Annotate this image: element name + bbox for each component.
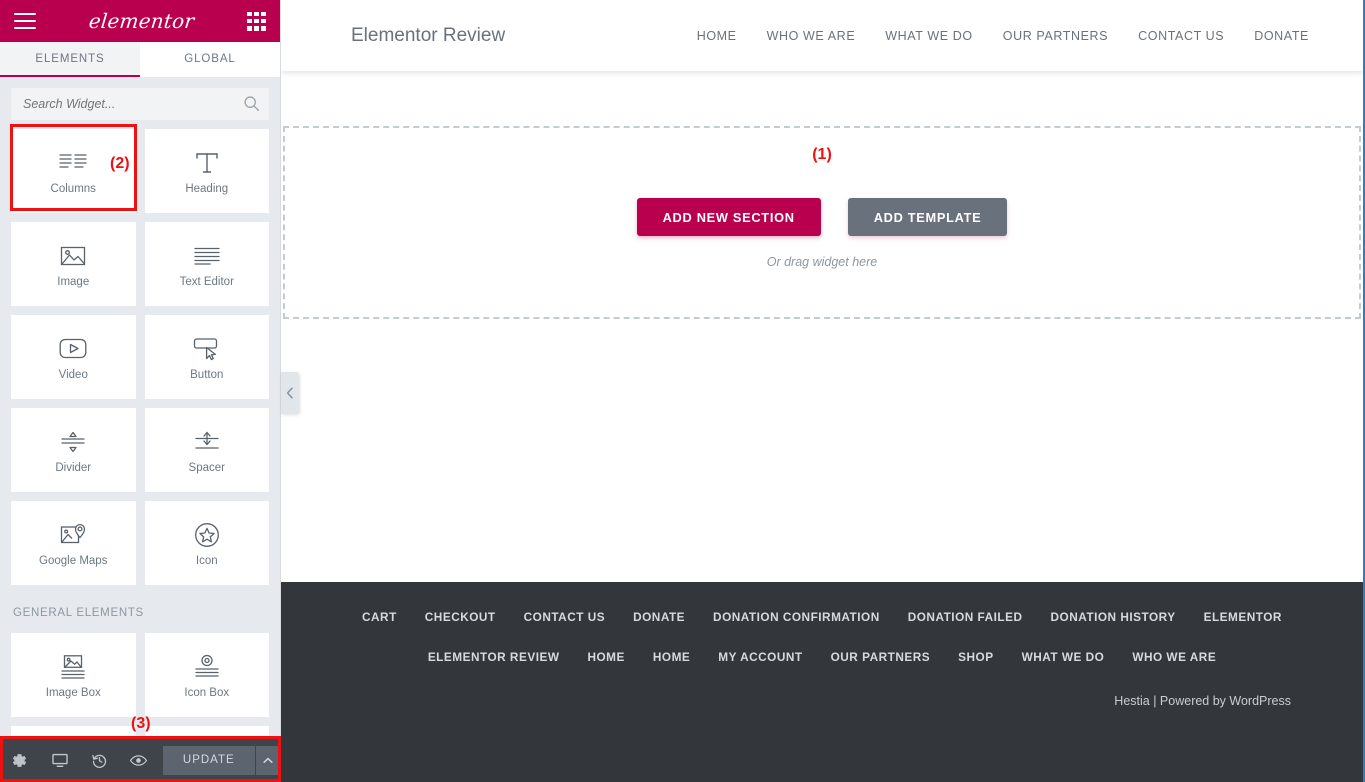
elementor-editor: elementor ELEMENTS GLOBAL Columns Heading…	[0, 0, 1365, 782]
footer-link-donation-failed[interactable]: DONATION FAILED	[908, 610, 1023, 624]
footer-link-donation-confirmation[interactable]: DONATION CONFIRMATION	[713, 610, 880, 624]
drag-widget-hint: Or drag widget here	[767, 255, 877, 269]
nav-link-donate[interactable]: DONATE	[1254, 29, 1309, 43]
panel-footer-toolbar: UPDATE	[0, 738, 281, 782]
widget-grid: Columns Heading Image Text Editor Video Butto…	[11, 129, 269, 782]
footer-link-our-partners[interactable]: OUR PARTNERS	[831, 650, 931, 664]
widget-label: Video	[59, 369, 88, 381]
footer-link-shop[interactable]: SHOP	[958, 650, 993, 664]
widget-label: Text Editor	[180, 276, 234, 288]
widget-card-text-editor[interactable]: Text Editor	[145, 222, 270, 306]
widget-card-icon-box[interactable]: Icon Box	[145, 633, 270, 717]
columns-icon	[58, 148, 88, 178]
editor-canvas: (1) ADD NEW SECTION ADD TEMPLATE Or drag…	[281, 71, 1363, 582]
gear-icon[interactable]	[0, 738, 40, 782]
footer-link-contact-us[interactable]: CONTACT US	[524, 610, 605, 624]
panel-body: Columns Heading Image Text Editor Video Butto…	[0, 77, 280, 782]
chevron-up-icon[interactable]	[256, 746, 281, 775]
nav-link-what-we-do[interactable]: WHAT WE DO	[885, 29, 972, 43]
tab-elements[interactable]: ELEMENTS	[0, 42, 140, 77]
widget-label: Heading	[185, 183, 228, 195]
grid-icon[interactable]	[247, 12, 266, 31]
panel-tabs: ELEMENTS GLOBAL	[0, 42, 280, 77]
footer-link-home[interactable]: HOME	[653, 650, 690, 664]
annotation-label-1: (1)	[812, 146, 832, 164]
site-footer: CART CHECKOUT CONTACT US DONATE DONATION CON…	[281, 582, 1363, 782]
widget-label: Icon Box	[184, 687, 229, 699]
update-button[interactable]: UPDATE	[163, 746, 255, 775]
monitor-icon[interactable]	[40, 738, 80, 782]
divider-icon	[58, 427, 88, 457]
primary-navigation: HOME WHO WE ARE WHAT WE DO OUR PARTNERS CONT…	[697, 29, 1339, 43]
panel-header: elementor	[0, 0, 280, 42]
add-new-section-area[interactable]: (1) ADD NEW SECTION ADD TEMPLATE Or drag…	[283, 126, 1361, 319]
image-icon	[58, 241, 88, 271]
icon-box-icon	[192, 652, 222, 682]
widget-card-icon[interactable]: Icon	[145, 501, 270, 585]
nav-link-contact-us[interactable]: CONTACT US	[1138, 29, 1224, 43]
site-header: Elementor Review HOME WHO WE ARE WHAT WE D…	[281, 0, 1363, 71]
widget-label: Image Box	[46, 687, 101, 699]
elementor-logo: elementor	[88, 9, 196, 33]
footer-link-donate[interactable]: DONATE	[633, 610, 685, 624]
nav-link-home[interactable]: HOME	[697, 29, 737, 43]
footer-link-cart[interactable]: CART	[362, 610, 397, 624]
footer-link-elementor-review[interactable]: ELEMENTOR REVIEW	[428, 650, 560, 664]
widget-card-image[interactable]: Image	[11, 222, 136, 306]
add-template-button[interactable]: ADD TEMPLATE	[848, 198, 1008, 236]
video-icon	[58, 334, 88, 364]
widget-label: Icon	[196, 555, 218, 567]
elementor-panel: elementor ELEMENTS GLOBAL Columns Heading…	[0, 0, 281, 782]
widget-card-video[interactable]: Video	[11, 315, 136, 399]
search-widget-wrapper	[11, 88, 269, 120]
button-icon	[192, 334, 222, 364]
nav-link-who-we-are[interactable]: WHO WE ARE	[767, 29, 856, 43]
image-box-icon	[58, 652, 88, 682]
footer-link-who-we-are[interactable]: WHO WE ARE	[1132, 650, 1216, 664]
widget-card-google-maps[interactable]: Google Maps	[11, 501, 136, 585]
footer-link-donation-history[interactable]: DONATION HISTORY	[1051, 610, 1176, 624]
nav-link-our-partners[interactable]: OUR PARTNERS	[1003, 29, 1108, 43]
tab-global[interactable]: GLOBAL	[140, 42, 280, 77]
widget-label: Image	[57, 276, 89, 288]
star-icon	[192, 520, 222, 550]
widget-card-button[interactable]: Button	[145, 315, 270, 399]
widget-card-image-box[interactable]: Image Box	[11, 633, 136, 717]
history-icon[interactable]	[79, 738, 119, 782]
widget-label: Google Maps	[39, 555, 107, 567]
site-title: Elementor Review	[351, 25, 505, 47]
widget-card-spacer[interactable]: Spacer	[145, 408, 270, 492]
footer-link-elementor[interactable]: ELEMENTOR	[1204, 610, 1282, 624]
widget-label: Divider	[55, 462, 91, 474]
widget-label: Button	[190, 369, 223, 381]
footer-link-my-account[interactable]: MY ACCOUNT	[718, 650, 802, 664]
hamburger-icon[interactable]	[14, 13, 36, 29]
footer-link-what-we-do[interactable]: WHAT WE DO	[1022, 650, 1105, 664]
search-input[interactable]	[11, 88, 269, 120]
spacer-icon	[192, 427, 222, 457]
footer-link-checkout[interactable]: CHECKOUT	[425, 610, 496, 624]
eye-icon[interactable]	[119, 738, 159, 782]
add-buttons-group: ADD NEW SECTION ADD TEMPLATE	[637, 198, 1008, 236]
widget-label: Columns	[51, 183, 96, 195]
text-editor-icon	[192, 241, 222, 271]
footer-links-row-2: ELEMENTOR REVIEW HOME HOME MY ACCOUNT OUR PA…	[428, 650, 1216, 664]
heading-icon	[192, 148, 222, 178]
google-maps-icon	[58, 520, 88, 550]
footer-credit: Hestia | Powered by WordPress	[311, 694, 1333, 708]
widget-card-heading[interactable]: Heading	[145, 129, 270, 213]
widget-card-divider[interactable]: Divider	[11, 408, 136, 492]
footer-link-home[interactable]: HOME	[587, 650, 624, 664]
search-icon	[243, 95, 260, 112]
add-new-section-button[interactable]: ADD NEW SECTION	[637, 198, 821, 236]
footer-links-row-1: CART CHECKOUT CONTACT US DONATE DONATION CON…	[362, 610, 1282, 624]
widget-card-columns[interactable]: Columns	[11, 129, 136, 213]
widget-label: Spacer	[189, 462, 225, 474]
site-preview: Elementor Review HOME WHO WE ARE WHAT WE D…	[281, 0, 1365, 782]
panel-collapse-handle[interactable]	[281, 372, 299, 414]
widget-section-heading: GENERAL ELEMENTS	[11, 594, 269, 624]
